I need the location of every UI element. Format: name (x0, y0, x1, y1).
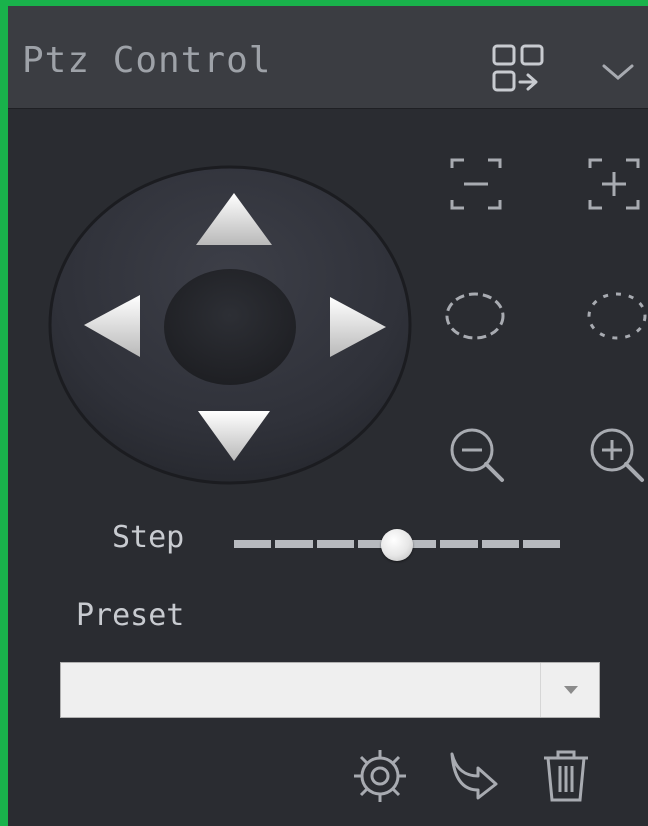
step-slider-thumb[interactable] (381, 529, 413, 561)
panel-title: Ptz Control (22, 40, 272, 81)
preset-dropdown[interactable] (60, 662, 600, 718)
focus-near-icon[interactable] (582, 152, 648, 216)
step-slider-segment (275, 540, 313, 548)
step-slider[interactable] (234, 526, 560, 562)
layout-switch-icon[interactable] (490, 42, 550, 102)
gear-icon[interactable] (348, 744, 412, 808)
step-slider-segment (234, 540, 272, 548)
step-slider-segment (440, 540, 478, 548)
goto-preset-icon[interactable] (442, 746, 506, 806)
iris-large-icon[interactable] (582, 286, 648, 346)
preset-label: Preset (76, 598, 185, 633)
trash-icon[interactable] (534, 744, 598, 808)
step-slider-segment (316, 540, 354, 548)
zoom-out-icon[interactable] (444, 422, 514, 486)
step-slider-segment (522, 540, 560, 548)
ptz-joystick (44, 161, 424, 496)
focus-far-icon[interactable] (444, 152, 508, 216)
step-label: Step (112, 520, 185, 555)
dropdown-toggle[interactable] (540, 663, 599, 717)
panel-header: Ptz Control (8, 6, 648, 109)
zoom-in-icon[interactable] (584, 422, 648, 486)
center-button[interactable] (164, 269, 296, 385)
step-slider-segment (481, 540, 519, 548)
iris-small-icon[interactable] (440, 286, 510, 346)
caret-down-icon (564, 686, 578, 694)
ptz-control-panel: Ptz Control Step Preset (0, 0, 648, 826)
chevron-down-icon[interactable] (600, 62, 636, 86)
